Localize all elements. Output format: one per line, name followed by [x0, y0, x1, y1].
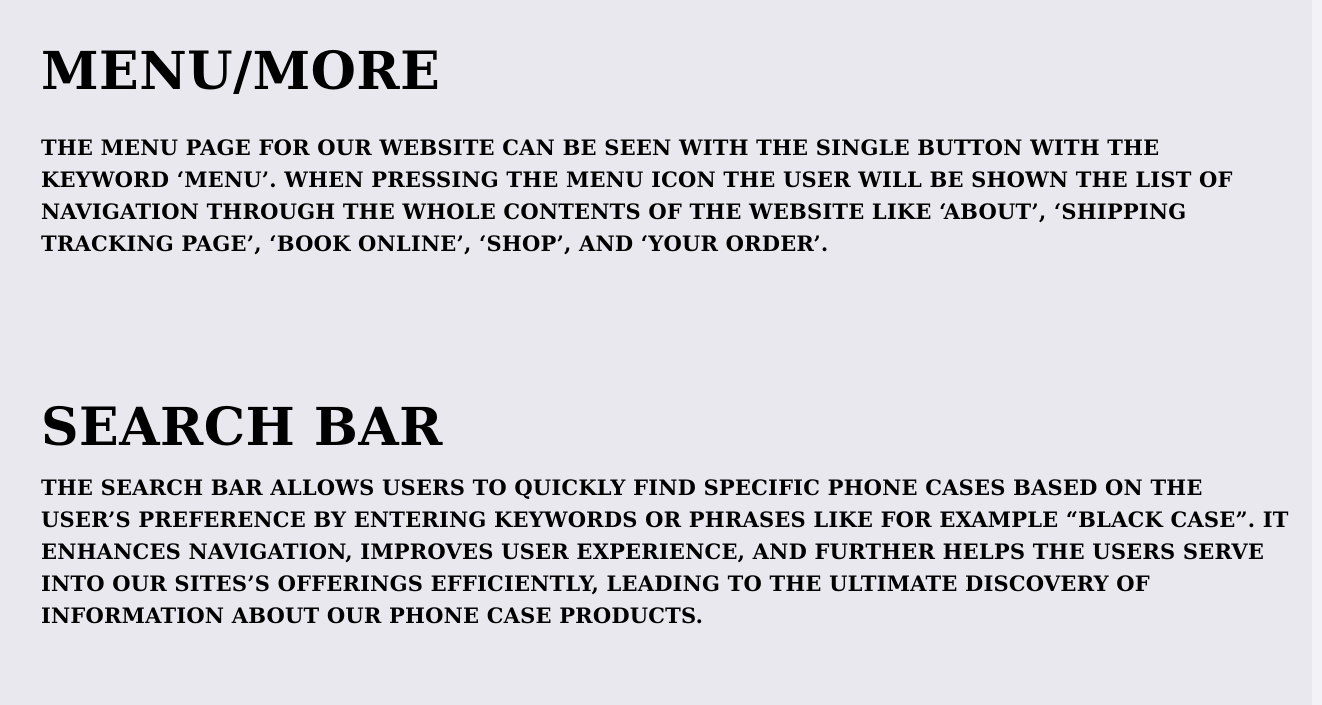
search-section: SEARCH BAR THE SEARCH BAR ALLOWS USERS T…: [41, 396, 1291, 632]
search-section-heading: SEARCH BAR: [41, 397, 443, 458]
menu-section: MENU/MORE THE MENU PAGE FOR OUR WEBSITE …: [41, 40, 1291, 260]
menu-section-heading: MENU/MORE: [41, 41, 441, 102]
menu-section-body: THE MENU PAGE FOR OUR WEBSITE CAN BE SEE…: [41, 135, 1233, 256]
search-section-body: THE SEARCH BAR ALLOWS USERS TO QUICKLY F…: [41, 475, 1289, 628]
slide-page: MENU/MORE THE MENU PAGE FOR OUR WEBSITE …: [0, 0, 1322, 705]
